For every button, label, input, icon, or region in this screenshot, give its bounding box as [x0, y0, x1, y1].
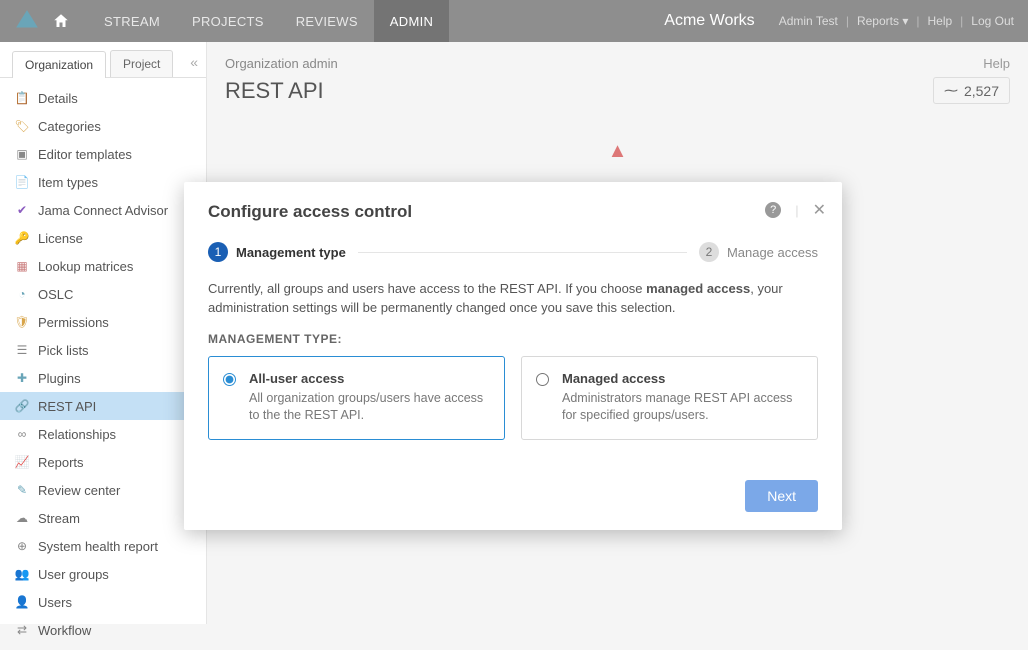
logout-link[interactable]: Log Out [971, 14, 1014, 28]
link-icon: ∞ [14, 426, 30, 442]
pulse-icon: ⁓ [944, 82, 958, 99]
modal-help-icon[interactable]: ? [765, 202, 781, 218]
chain-icon: ◔ [14, 286, 30, 302]
page-title: REST API [225, 78, 324, 104]
details-icon: 📋 [14, 90, 30, 106]
next-button[interactable]: Next [745, 480, 818, 512]
sidebar-item-advisor[interactable]: ✔Jama Connect Advisor [0, 196, 206, 224]
sidebar-item-license[interactable]: 🔑License [0, 224, 206, 252]
sidebar-item-workflow[interactable]: ⇄Workflow [0, 616, 206, 644]
modal-close-icon[interactable]: ✕ [813, 200, 826, 220]
workflow-icon: ⇄ [14, 622, 30, 638]
sidebar-item-system-health[interactable]: ⊕System health report [0, 532, 206, 560]
reports-menu[interactable]: Reports ▾ [857, 14, 908, 28]
sidebar-item-review-center[interactable]: ✎Review center [0, 476, 206, 504]
sidebar-item-reports[interactable]: 📈Reports [0, 448, 206, 476]
sidebar-item-oslc[interactable]: ◔OSLC [0, 280, 206, 308]
logo-icon [14, 8, 40, 34]
stepper: 1 Management type 2 Manage access [208, 242, 818, 262]
sidebar-item-details[interactable]: 📋Details [0, 84, 206, 112]
chart-icon: 📈 [14, 454, 30, 470]
step-1-num: 1 [208, 242, 228, 262]
shield-icon: 🛡 [14, 314, 30, 330]
list-icon: ☰ [14, 342, 30, 358]
main-help-link[interactable]: Help [983, 56, 1010, 71]
nav-projects[interactable]: PROJECTS [176, 0, 280, 42]
nav-links: STREAM PROJECTS REVIEWS ADMIN [88, 0, 449, 42]
step-2-num: 2 [699, 242, 719, 262]
chevron-down-icon: ▾ [902, 14, 908, 28]
api-icon: 🔗 [14, 398, 30, 414]
sidebar-item-permissions[interactable]: 🛡Permissions [0, 308, 206, 336]
sidebar-item-rest-api[interactable]: 🔗REST API [0, 392, 206, 420]
topnav-right: Admin Test | Reports ▾ | Help | Log Out [779, 14, 1014, 28]
nav-reviews[interactable]: REVIEWS [280, 0, 374, 42]
org-name: Acme Works [664, 12, 754, 30]
sidebar-tabs: Organization Project [0, 42, 206, 78]
health-icon: ⊕ [14, 538, 30, 554]
modal-title: Configure access control [208, 202, 818, 222]
sidebar: « Organization Project 📋Details 🏷Categor… [0, 42, 207, 624]
nav-admin[interactable]: ADMIN [374, 0, 449, 42]
check-circle-icon: ✔ [14, 202, 30, 218]
sidebar-item-user-groups[interactable]: 👥User groups [0, 560, 206, 588]
top-nav: STREAM PROJECTS REVIEWS ADMIN Acme Works… [0, 0, 1028, 42]
api-counter: ⁓ 2,527 [933, 77, 1010, 104]
grid-icon: ▦ [14, 258, 30, 274]
sidebar-item-editor-templates[interactable]: ▣Editor templates [0, 140, 206, 168]
sidebar-items: 📋Details 🏷Categories ▣Editor templates 📄… [0, 78, 206, 650]
warning-icon: ▲ [225, 140, 1010, 163]
sidebar-item-users[interactable]: 👤Users [0, 588, 206, 616]
group-icon: 👥 [14, 566, 30, 582]
tab-project[interactable]: Project [110, 50, 173, 77]
management-type-label: MANAGEMENT TYPE: [208, 332, 818, 346]
user-name[interactable]: Admin Test [779, 14, 838, 28]
breadcrumb: Organization admin [225, 56, 338, 71]
review-icon: ✎ [14, 482, 30, 498]
modal-description: Currently, all groups and users have acc… [208, 280, 818, 318]
template-icon: ▣ [14, 146, 30, 162]
sidebar-item-categories[interactable]: 🏷Categories [0, 112, 206, 140]
sidebar-item-stream[interactable]: ☁Stream [0, 504, 206, 532]
collapse-icon[interactable]: « [190, 54, 198, 70]
user-icon: 👤 [14, 594, 30, 610]
tab-organization[interactable]: Organization [12, 51, 106, 78]
key-icon: 🔑 [14, 230, 30, 246]
sidebar-item-pick-lists[interactable]: ☰Pick lists [0, 336, 206, 364]
sidebar-item-plugins[interactable]: ✚Plugins [0, 364, 206, 392]
option-managed-access[interactable]: Managed access Administrators manage RES… [521, 356, 818, 440]
help-link[interactable]: Help [927, 14, 952, 28]
nav-stream[interactable]: STREAM [88, 0, 176, 42]
document-icon: 📄 [14, 174, 30, 190]
sidebar-item-relationships[interactable]: ∞Relationships [0, 420, 206, 448]
radio-managed[interactable] [536, 373, 549, 386]
cloud-icon: ☁ [14, 510, 30, 526]
sidebar-item-lookup-matrices[interactable]: ▦Lookup matrices [0, 252, 206, 280]
home-icon[interactable] [52, 12, 70, 30]
sidebar-item-item-types[interactable]: 📄Item types [0, 168, 206, 196]
step-1-label: Management type [236, 245, 346, 260]
radio-all-user[interactable] [223, 373, 236, 386]
step-2-label: Manage access [727, 245, 818, 260]
puzzle-icon: ✚ [14, 370, 30, 386]
configure-access-modal: Configure access control ? | ✕ 1 Managem… [184, 182, 842, 530]
option-all-user-access[interactable]: All-user access All organization groups/… [208, 356, 505, 440]
tag-icon: 🏷 [14, 118, 30, 134]
